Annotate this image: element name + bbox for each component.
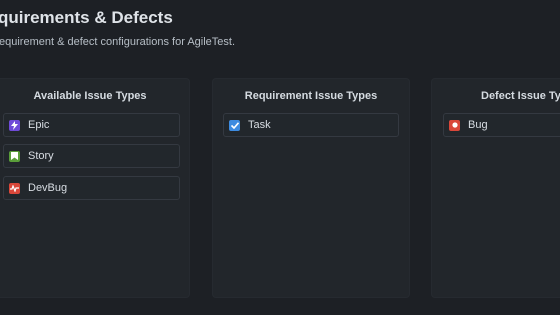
issue-type-label: Story xyxy=(28,150,54,162)
bug-icon xyxy=(449,119,460,131)
page-title: quirements & Defects xyxy=(0,8,173,27)
issue-type-label: DevBug xyxy=(28,182,68,194)
issue-type-devbug[interactable]: DevBug xyxy=(3,176,180,200)
panel-title: Defect Issue Ty xyxy=(481,90,560,102)
panel-title: Requirement Issue Types xyxy=(244,90,378,102)
available-issue-types-panel: Available Issue Types Epic Story DevBug xyxy=(0,78,190,298)
issue-type-label: Bug xyxy=(468,119,488,131)
issue-type-story[interactable]: Story xyxy=(3,144,180,168)
issue-type-label: Epic xyxy=(28,119,50,131)
page-subtitle: equirement & defect configurations for A… xyxy=(0,36,236,48)
issue-type-label: Task xyxy=(248,119,271,131)
requirement-issue-types-panel: Requirement Issue Types Task xyxy=(212,78,410,298)
issue-type-task[interactable]: Task xyxy=(223,113,399,137)
epic-icon xyxy=(9,119,20,131)
defect-issue-types-panel: Defect Issue Ty Bug xyxy=(431,78,560,298)
task-icon xyxy=(229,119,240,131)
issue-type-bug[interactable]: Bug xyxy=(443,113,560,137)
devbug-icon xyxy=(9,182,20,194)
issue-type-epic[interactable]: Epic xyxy=(3,113,180,137)
panel-title: Available Issue Types xyxy=(33,90,147,102)
story-icon xyxy=(9,150,20,162)
